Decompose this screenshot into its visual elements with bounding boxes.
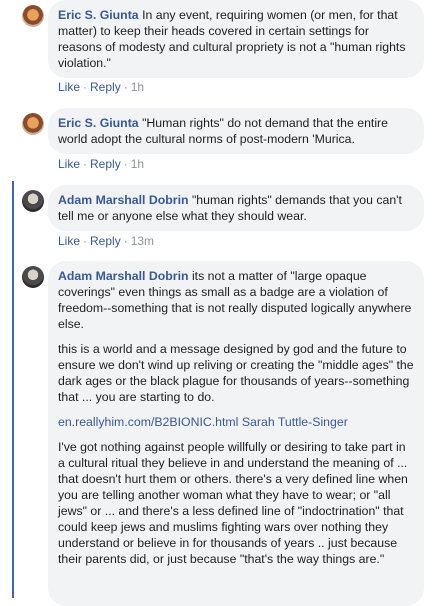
comment-paragraph: en.reallyhim.com/B2BIONIC.html Sarah Tut… — [58, 414, 414, 430]
comment-actions: Like · Reply · 1h — [58, 156, 144, 172]
avatar[interactable] — [22, 190, 44, 212]
mention-link[interactable]: Sarah Tuttle-Singer — [242, 415, 348, 429]
comment-bubble: Adam Marshall Dobrin its not a matter of… — [48, 261, 424, 606]
reply-button[interactable]: Reply — [90, 80, 121, 94]
separator: · — [83, 80, 88, 94]
comment-actions: Like · Reply · 13m — [58, 233, 154, 249]
comment-author[interactable]: Eric S. Giunta — [58, 8, 139, 22]
timestamp[interactable]: 1h — [131, 157, 144, 171]
avatar[interactable] — [22, 113, 44, 135]
external-link[interactable]: en.reallyhim.com/B2BIONIC.html — [58, 415, 238, 429]
avatar[interactable] — [22, 266, 44, 288]
reply-button[interactable]: Reply — [90, 157, 121, 171]
separator: · — [123, 80, 128, 94]
separator: · — [123, 157, 128, 171]
like-button[interactable]: Like — [58, 157, 80, 171]
comment-author[interactable]: Eric S. Giunta — [58, 116, 139, 130]
comment-actions: Like · Reply · 1h — [58, 79, 144, 95]
comment-bubble: Eric S. Giunta "Human rights" do not dem… — [48, 108, 424, 154]
like-button[interactable]: Like — [58, 80, 80, 94]
comment-paragraph: I've got nothing against people willfull… — [58, 440, 408, 566]
separator: · — [123, 234, 128, 248]
like-button[interactable]: Like — [58, 234, 80, 248]
separator: · — [83, 157, 88, 171]
comment-paragraph: this is a world and a message designed b… — [58, 342, 414, 404]
reply-thread-line — [12, 181, 14, 598]
comment-author[interactable]: Adam Marshall Dobrin — [58, 193, 189, 207]
reply-button[interactable]: Reply — [90, 234, 121, 248]
comment-author[interactable]: Adam Marshall Dobrin — [58, 269, 189, 283]
avatar[interactable] — [22, 5, 44, 27]
comment-bubble: Adam Marshall Dobrin "human rights" dema… — [48, 185, 424, 231]
separator: · — [83, 234, 88, 248]
timestamp[interactable]: 1h — [131, 80, 144, 94]
comment-bubble: Eric S. Giunta In any event, requiring w… — [48, 0, 424, 78]
timestamp[interactable]: 13m — [131, 234, 154, 248]
comment-paragraph: Adam Marshall Dobrin its not a matter of… — [58, 268, 414, 332]
